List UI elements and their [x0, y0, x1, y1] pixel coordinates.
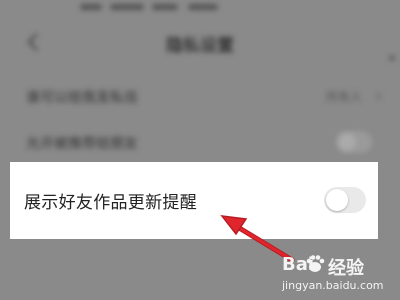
navigation-bar: 隐私设置	[0, 18, 400, 66]
highlighted-setting-row[interactable]: 展示好友作品更新提醒	[10, 162, 378, 239]
watermark-brand-suffix: 经验	[328, 258, 364, 279]
friend-update-reminder-label: 展示好友作品更新提醒	[24, 193, 197, 213]
status-indicator	[188, 4, 218, 10]
setting-row-private-message[interactable]: 谁可以给我发私信 所有人 ›	[0, 74, 400, 120]
setting-label: 谁可以给我发私信	[26, 90, 138, 106]
status-bar	[0, 0, 400, 18]
screenshot-stage: 隐私设置 谁可以给我发私信 所有人 › 允许被推荐给朋友 展示好友作品更新提醒 …	[0, 0, 400, 300]
toggle-switch[interactable]	[336, 131, 372, 153]
status-indicator	[152, 4, 178, 10]
status-indicator	[110, 4, 144, 10]
friend-update-reminder-toggle[interactable]	[324, 187, 366, 213]
setting-value: 所有人	[325, 90, 362, 104]
setting-label: 允许被推荐给朋友	[26, 136, 138, 152]
toggle-knob	[326, 189, 348, 211]
page-title: 隐私设置	[166, 36, 234, 56]
chevron-right-icon: ›	[375, 86, 382, 105]
paw-icon	[306, 255, 325, 272]
edge-mark	[390, 56, 394, 60]
status-indicator	[80, 4, 102, 10]
watermark: Bai 经验 jingyan.baidu.com	[278, 254, 396, 298]
setting-row-recommend-friends[interactable]: 允许被推荐给朋友	[0, 120, 400, 166]
watermark-url: jingyan.baidu.com	[282, 279, 384, 292]
